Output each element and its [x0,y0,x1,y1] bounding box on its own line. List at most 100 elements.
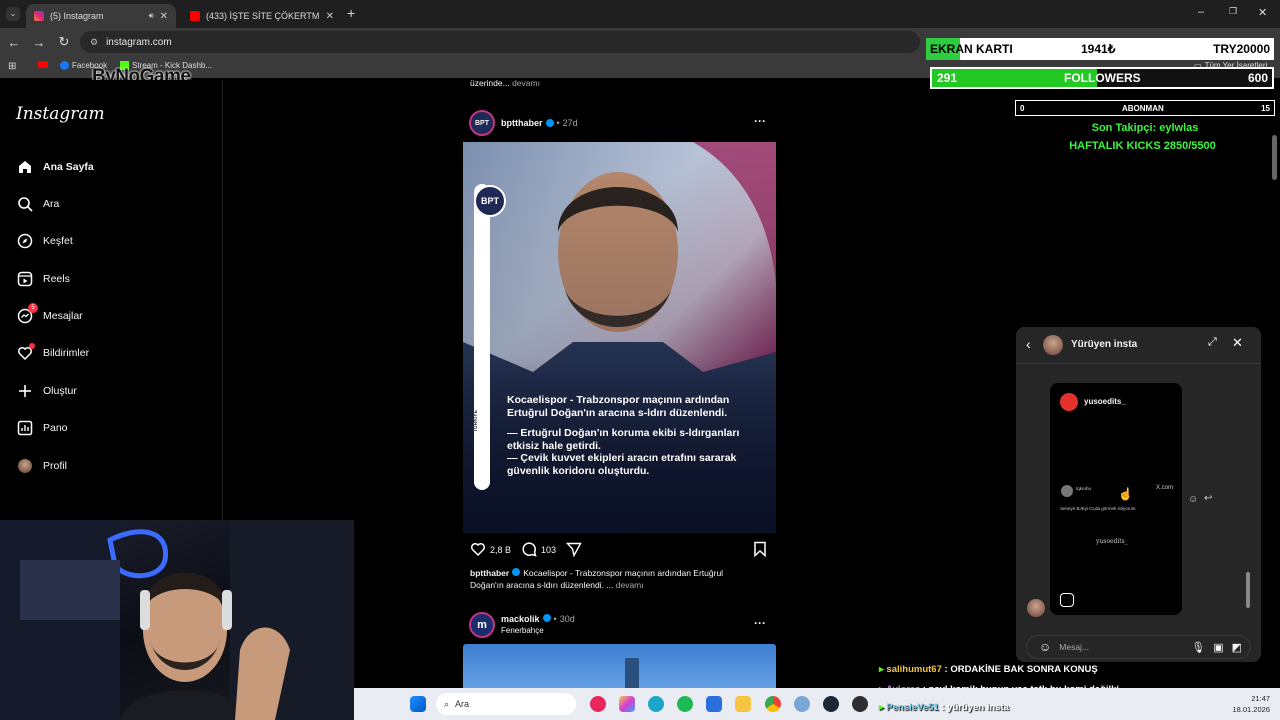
overlay-line: — Ertuğrul Doğan'ın koruma ekibi s-ldırg… [507,427,740,439]
tab-close-icon[interactable]: ✕ [326,11,334,22]
overlay-line: Kocaelispor - Trabzonspor maçının ardınd… [507,394,730,406]
post-image[interactable] [463,644,776,694]
caption-username[interactable]: bptthaber [470,568,509,578]
sidebar-item-home[interactable]: Ana Sayfa [16,158,94,176]
separator: • [556,118,560,128]
chat-divider [1016,363,1261,364]
url-text: instagram.com [106,36,172,48]
chat-scrollbar[interactable] [1246,572,1250,608]
address-bar[interactable]: ⚙ instagram.com [80,31,920,53]
share-icon[interactable] [565,541,582,559]
steam-icon[interactable] [823,696,839,712]
emoji-icon[interactable]: ☺ [1039,640,1051,654]
post-image[interactable]: BPT TÜRKİYE Kocaelispor - Trabzonspor ma… [463,142,776,533]
sidebar-item-label: Ana Sayfa [43,161,94,173]
more-link[interactable]: devamı [616,580,644,590]
sticker-icon[interactable]: ◩ [1232,641,1242,654]
store-icon[interactable] [706,696,722,712]
more-link[interactable]: devamı [512,78,540,88]
media-app-icon[interactable] [590,696,606,712]
tab-list-button[interactable]: ⌄ [6,7,20,21]
settings-icon[interactable] [794,696,810,712]
minimize-button[interactable]: – [1198,6,1204,18]
brand-logo-circle: BPT [474,185,506,217]
post-username[interactable]: mackolik [501,614,540,624]
sidebar-item-search[interactable]: Ara [16,195,59,213]
post-avatar[interactable]: BPT [469,110,495,136]
chat-title[interactable]: Yürüyen insta [1071,339,1137,350]
tab-instagram[interactable]: (5) Instagram 🔊︎ ✕ [26,4,176,28]
file-explorer-icon[interactable] [735,696,751,712]
tab-youtube[interactable]: (433) İŞTE SİTE ÇÖKERTMEK BU ✕ [182,4,342,28]
messages-badge: 5 [28,303,38,313]
overlay-spacer [507,419,769,427]
side-label: TÜRKİYE [473,410,479,432]
react-icon[interactable]: ☺ [1188,494,1198,505]
maximize-button[interactable]: ❐ [1229,6,1237,17]
forward-icon[interactable]: → [28,35,50,50]
weekly-kicks-text: HAFTALIK KICKS 2850/5500 [1069,140,1216,152]
side-label-band [474,184,490,490]
sidebar-item-create[interactable]: Oluştur [16,382,77,400]
taskbar-clock[interactable]: 21:47 18.01.2026 [1218,693,1270,715]
goal-current: 291 [937,71,958,85]
verified-icon [545,119,554,127]
shared-reel-card[interactable]: yusoedits_ tqkruhu X.com Seneye BJKyi CL… [1050,383,1182,615]
sidebar-item-messages[interactable]: 5 Mesajlar [16,303,83,325]
message-input[interactable]: ☺ Mesaj... 🎙︎ ▣ ◩ [1026,635,1251,659]
tab-close-icon[interactable]: ✕ [160,11,168,22]
sender-avatar [1027,599,1045,617]
image-icon[interactable]: ▣ [1213,641,1223,654]
expand-icon[interactable]: ⤢ [1208,336,1217,349]
copilot-icon[interactable] [619,696,635,712]
tweet-text: Seneye BJKyi CLda görmek istiyorum [1060,506,1136,511]
reload-icon[interactable]: ↻ [53,34,75,50]
sidebar-item-explore[interactable]: Keşfet [16,232,73,250]
compass-icon [16,232,34,250]
close-window-button[interactable]: ✕ [1258,6,1267,19]
tab-audio-icon[interactable]: 🔊︎ [149,11,154,21]
post-location[interactable]: Fenerbahçe [501,626,544,635]
profile-avatar [16,457,34,475]
chat-close-icon[interactable]: ✕ [1232,335,1243,351]
messenger-icon: 5 [16,303,38,325]
site-info-icon[interactable]: ⚙ [90,37,98,48]
page-scrollbar[interactable] [1272,135,1277,180]
chat-message: ORDAKİNE BAK SONRA KONUŞ [950,664,1098,675]
post-options-icon[interactable]: ··· [754,616,766,630]
sidebar-item-dashboard[interactable]: Pano [16,419,68,437]
comment-icon[interactable] [521,541,537,559]
apps-icon[interactable]: ⊞ [8,61,16,72]
chrome-icon[interactable] [765,696,781,712]
like-icon[interactable] [470,541,486,559]
sidebar-item-reels[interactable]: Reels [16,270,70,288]
taskbar-search[interactable]: ⌕ Ara [436,693,576,715]
chat-back-icon[interactable]: ‹ [1026,336,1031,352]
post-time: 30d [559,614,575,624]
post-caption: bptthaber Kocaelispor - Trabzonspor maçın… [470,567,770,591]
post-username[interactable]: bptthaber [501,118,543,128]
microphone-icon[interactable]: 🎙︎ [1191,641,1205,654]
save-icon[interactable] [752,541,768,562]
sidebar-item-label: Bildirimler [43,347,90,359]
new-tab-button[interactable]: + [347,5,355,21]
chat-avatar[interactable] [1043,335,1063,355]
obs-icon[interactable] [852,696,868,712]
youtube-bookmark[interactable] [38,61,48,68]
brand-label: BPT [481,196,499,206]
post-avatar[interactable]: m [469,612,495,638]
instagram-logo[interactable]: Instagram [16,104,105,124]
edge-icon[interactable] [648,696,664,712]
back-icon[interactable]: ← [3,35,25,50]
verified-icon [542,614,551,622]
caption-text: üzerinde... [470,78,510,88]
windows-start-icon[interactable] [410,696,426,712]
reply-icon[interactable]: ↩ [1204,493,1212,504]
post-options-icon[interactable]: ··· [754,114,766,128]
post-time: 27d [562,118,578,128]
tab-title: (433) İŞTE SİTE ÇÖKERTMEK BU [206,11,320,21]
spotify-icon[interactable] [677,696,693,712]
sidebar-item-notifications[interactable]: Bildirimler [16,343,90,362]
sidebar-item-profile[interactable]: Profil [16,457,67,475]
sidebar-item-label: Ara [43,198,60,210]
